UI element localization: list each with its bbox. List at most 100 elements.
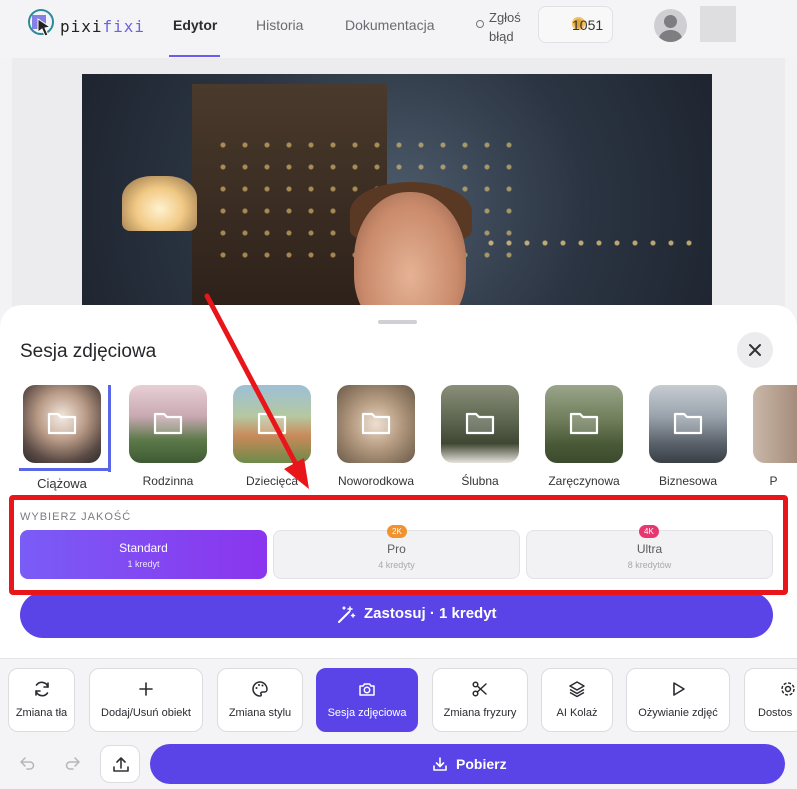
folder-icon: [673, 412, 703, 435]
tool-dostosuj[interactable]: Dostos: [744, 668, 797, 732]
tab-edytor[interactable]: Edytor: [173, 17, 217, 33]
palette-icon: [252, 681, 268, 697]
tab-historia[interactable]: Historia: [256, 17, 303, 33]
folder-icon: [465, 412, 495, 435]
category-partial[interactable]: P: [750, 381, 797, 491]
plus-icon: [139, 682, 153, 696]
quality-section-label: WYBIERZ JAKOŚĆ: [20, 511, 132, 523]
tool-label: Zmiana stylu: [228, 707, 292, 719]
report-label-line2: błąd: [489, 29, 514, 44]
category-label: Rodzinna: [142, 474, 194, 488]
tool-ozywianie-zdjec[interactable]: Ożywianie zdjęć: [626, 668, 730, 732]
tool-zmiana-fryzury[interactable]: Zmiana fryzury: [432, 668, 528, 732]
folder-icon: [361, 412, 391, 435]
app-header: pixifixi Edytor Historia Dokumentacja Zg…: [0, 0, 797, 58]
sheet-drag-handle[interactable]: [378, 320, 417, 324]
category-label: Ślubna: [461, 474, 499, 488]
quality-standard-button[interactable]: Standard 1 kredyt: [20, 530, 267, 579]
download-icon: [433, 757, 447, 771]
category-dziecieca[interactable]: Dziecięca: [230, 381, 314, 491]
selection-indicator: [19, 468, 111, 471]
redo-icon[interactable]: [65, 755, 81, 771]
edited-photo: [82, 74, 712, 314]
folder-icon: [153, 412, 183, 435]
category-biznesowa[interactable]: Biznesowa: [646, 381, 730, 491]
tool-label: Zmiana fryzury: [443, 707, 517, 719]
category-thumbnail: [441, 385, 519, 463]
quality-cost: 8 kredytów: [627, 560, 672, 570]
category-rodzinna[interactable]: Rodzinna: [126, 381, 210, 491]
tool-label: Zmiana tła: [15, 707, 68, 719]
quality-cost: 1 kredyt: [127, 559, 160, 569]
tool-label: Dostos: [758, 707, 793, 719]
selection-indicator: [108, 385, 111, 472]
resolution-badge: 4K: [639, 525, 659, 538]
play-icon: [673, 682, 685, 696]
tool-label: AI Kolaż: [556, 707, 598, 719]
quality-name: Pro: [387, 542, 406, 556]
report-label-line1: Zgłoś: [489, 10, 521, 25]
folder-icon: [47, 412, 77, 435]
tools-toolbar: Zmiana tła Dodaj/Usuń obiekt Zmiana styl…: [0, 658, 797, 789]
category-label: Dziecięca: [245, 474, 299, 488]
category-ciazowa[interactable]: Ciążowa: [20, 381, 104, 491]
tool-label: Sesja zdjęciowa: [327, 707, 407, 719]
logo-icon: [28, 9, 54, 37]
category-slubna[interactable]: Ślubna: [438, 381, 522, 491]
tool-zmiana-tla[interactable]: Zmiana tła: [8, 668, 75, 732]
download-button[interactable]: Pobierz: [150, 744, 785, 784]
category-thumbnail: [649, 385, 727, 463]
category-thumbnail: [233, 385, 311, 463]
upload-button[interactable]: [100, 745, 140, 783]
tool-zmiana-stylu[interactable]: Zmiana stylu: [217, 668, 303, 732]
upload-icon: [113, 757, 129, 772]
category-noworodkowa[interactable]: Noworodkowa: [334, 381, 418, 491]
tab-dokumentacja[interactable]: Dokumentacja: [345, 17, 435, 33]
quality-ultra-button[interactable]: 4K Ultra 8 kredytów: [526, 525, 773, 579]
magic-wand-icon: [338, 606, 356, 623]
close-button[interactable]: [737, 332, 773, 368]
tool-sesja-zdjeciowa[interactable]: Sesja zdjęciowa: [316, 668, 418, 732]
folder-icon: [257, 412, 287, 435]
resolution-badge: 2K: [387, 525, 407, 538]
category-label: Zaręczynowa: [548, 474, 620, 488]
circle-icon: [476, 20, 484, 28]
category-label: Noworodkowa: [337, 474, 415, 488]
camera-icon: [359, 683, 375, 696]
category-thumbnail: [545, 385, 623, 463]
category-label: Ciążowa: [37, 476, 87, 491]
undo-icon[interactable]: [19, 755, 35, 771]
scissors-icon: [472, 681, 487, 697]
tool-label: Dodaj/Usuń obiekt: [101, 707, 191, 719]
sheet-title: Sesja zdjęciowa: [20, 341, 157, 362]
tool-dodaj-usun-obiekt[interactable]: Dodaj/Usuń obiekt: [89, 668, 203, 732]
quality-name: Ultra: [636, 542, 663, 556]
category-thumbnail: [129, 385, 207, 463]
category-thumbnail: [337, 385, 415, 463]
category-label: Biznesowa: [658, 474, 718, 488]
user-menu[interactable]: [700, 6, 736, 42]
tool-ai-kolaz[interactable]: AI Kolaż: [541, 668, 613, 732]
credits-count: 1051: [572, 17, 604, 33]
apply-button[interactable]: Zastosuj · 1 kredyt: [20, 592, 773, 638]
category-thumbnail: [753, 385, 797, 463]
download-label: Pobierz: [456, 756, 507, 772]
folder-icon: [569, 412, 599, 435]
category-zareczynowa[interactable]: Zaręczynowa: [542, 381, 626, 491]
user-avatar-icon[interactable]: [654, 9, 687, 42]
close-icon: [749, 344, 761, 356]
quality-cost: 4 kredyty: [378, 560, 415, 570]
layers-icon: [569, 681, 585, 698]
category-label: P: [769, 474, 778, 488]
tool-label: Ożywianie zdjęć: [638, 707, 718, 719]
quality-pro-button[interactable]: 2K Pro 4 kredyty: [273, 525, 520, 579]
refresh-icon: [34, 681, 49, 697]
pixifixi-logo[interactable]: pixifixi: [26, 7, 144, 43]
quality-name: Standard: [119, 541, 168, 555]
credits-badge[interactable]: 1051: [538, 6, 613, 43]
logo-text: pixifixi: [60, 17, 146, 36]
gear-icon: [781, 682, 795, 696]
active-tab-indicator: [169, 55, 220, 57]
category-thumbnail: [23, 385, 101, 463]
apply-label: Zastosuj · 1 kredyt: [364, 605, 497, 622]
